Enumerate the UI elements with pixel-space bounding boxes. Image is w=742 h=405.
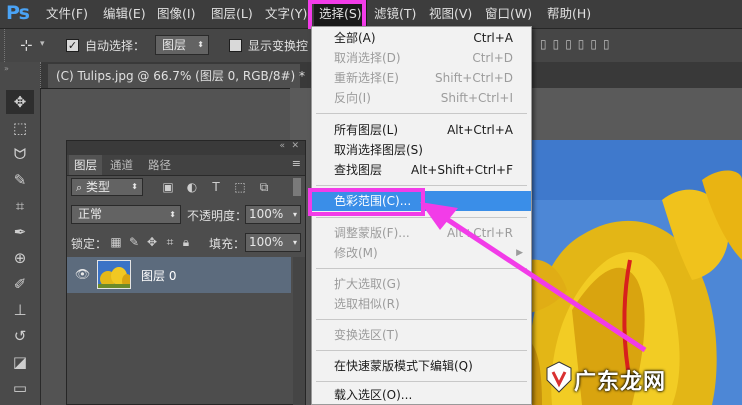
eye-visibility-icon[interactable]: 👁︎ (75, 267, 90, 281)
menu-item-reselect[interactable]: 重新选择(E) Shift+Ctrl+D (312, 68, 531, 88)
eraser-tool-icon[interactable]: ◪ (6, 350, 34, 374)
brush-tool-icon[interactable]: ✐ (6, 272, 34, 296)
chevron-down-icon: ▾ (292, 238, 297, 247)
layer-row[interactable]: 👁︎ 图层 0 (67, 257, 291, 293)
tools-panel: » ✥ ⬚ ᗢ ✎ ⌗ ✒ ⊕ ✐ ⊥ ↺ ◪ ▭ (0, 62, 41, 405)
panel-tabs: 图层 通道 路径 ≡ (67, 155, 305, 176)
document-tab[interactable]: (C) Tulips.jpg @ 66.7% (图层 0, RGB/8#) * (48, 64, 305, 88)
updown-arrow-icon: ⬍ (131, 182, 138, 191)
menu-separator (316, 113, 527, 114)
collapse-panel-icon[interactable]: « (279, 141, 285, 151)
photoshop-logo: Ps (6, 2, 30, 24)
history-brush-tool-icon[interactable]: ↺ (6, 324, 34, 348)
menu-item-deselect-layers[interactable]: 取消选择图层(S) (312, 140, 531, 160)
annotation-arrow (420, 202, 647, 353)
move-tool-icon: ⊹ (20, 36, 33, 54)
lock-label: 锁定： (71, 237, 108, 251)
adjustment-filter-icon[interactable]: ◐ (185, 180, 199, 194)
auto-select-label: 自动选择： (85, 39, 146, 53)
show-transform-label: 显示变换控件 (248, 39, 308, 53)
menu-separator (316, 381, 527, 382)
auto-select-value: 图层 (162, 38, 187, 52)
opacity-label: 不透明度： (187, 209, 248, 223)
layer-name[interactable]: 图层 0 (141, 267, 176, 284)
layer-filter-value: 类型 (86, 180, 111, 194)
tab-paths[interactable]: 路径 (143, 155, 176, 175)
menu-item-deselect[interactable]: 取消选择(D) Ctrl+D (312, 48, 531, 68)
marquee-tool-icon[interactable]: ⬚ (6, 116, 34, 140)
eyedropper-tool-icon[interactable]: ✒ (6, 220, 34, 244)
grip-handle (40, 62, 47, 88)
menu-item-all-layers[interactable]: 所有图层(L) Alt+Ctrl+A (312, 120, 531, 140)
updown-arrow-icon: ⬍ (169, 210, 176, 219)
menu-bar: Ps 文件(F) 编辑(E) 图像(I) 图层(L) 文字(Y) 选择(S) 滤… (0, 0, 742, 29)
align-distribute-icons[interactable]: ▯▯▯▯▯▯ (540, 37, 616, 51)
blend-mode-dropdown[interactable]: 正常 ⬍ (71, 205, 181, 224)
menu-filter[interactable]: 滤镜(T) (374, 0, 416, 28)
smart-object-filter-icon[interactable]: ⧉ (257, 180, 271, 194)
clone-stamp-tool-icon[interactable]: ⊥ (6, 298, 34, 322)
lock-pixels-icon[interactable]: ✎ (127, 235, 141, 249)
grip-handle (4, 29, 9, 62)
fill-value: 100% (249, 235, 284, 249)
collapse-arrows-icon[interactable]: » (4, 64, 9, 73)
pixel-filter-icon[interactable]: ▣ (161, 180, 175, 194)
auto-select-dropdown[interactable]: 图层 ⬍ (155, 35, 209, 55)
lock-position-icon[interactable]: ✥ (145, 235, 159, 249)
panel-title-strip: « ✕ (67, 141, 305, 155)
updown-arrow-icon: ⬍ (197, 40, 204, 49)
close-panel-icon[interactable]: ✕ (291, 141, 299, 151)
fill-input[interactable]: 100% ▾ (245, 233, 301, 252)
menu-type[interactable]: 文字(Y) (265, 0, 307, 28)
layers-scrollbar[interactable] (293, 257, 305, 405)
layers-panel: « ✕ 图层 通道 路径 ≡ ⌕ 类型 ⬍ ▣ ◐ T ⬚ ⧉ 正常 ⬍ 不透明… (66, 140, 306, 405)
document-tab-title: (C) Tulips.jpg @ 66.7% (图层 0, RGB/8#) * (56, 69, 306, 83)
menu-layer[interactable]: 图层(L) (211, 0, 253, 28)
menu-item-inverse[interactable]: 反向(I) Shift+Ctrl+I (312, 88, 531, 108)
fill-label: 填充： (209, 237, 246, 251)
menu-file[interactable]: 文件(F) (46, 0, 88, 28)
menu-item-select-all[interactable]: 全部(A) Ctrl+A (312, 28, 531, 48)
filter-toggle[interactable] (293, 178, 301, 196)
menu-help[interactable]: 帮助(H) (547, 0, 591, 28)
type-filter-icon[interactable]: T (209, 180, 223, 194)
move-tool-icon[interactable]: ✥ (6, 90, 34, 114)
menu-image[interactable]: 图像(I) (157, 0, 195, 28)
auto-select-checkbox[interactable]: ✓ (66, 39, 79, 52)
lock-all-icon[interactable]: 🔒︎ (179, 235, 193, 249)
menu-separator (316, 185, 527, 186)
tab-channels[interactable]: 通道 (105, 155, 138, 175)
crop-tool-icon[interactable]: ⌗ (6, 194, 34, 218)
lasso-tool-icon[interactable]: ᗢ (6, 142, 34, 166)
watermark-logo-icon (544, 360, 574, 394)
layer-thumbnail (97, 260, 131, 289)
shape-filter-icon[interactable]: ⬚ (233, 180, 247, 194)
lock-transparent-icon[interactable]: ▦ (109, 235, 123, 249)
healing-brush-tool-icon[interactable]: ⊕ (6, 246, 34, 270)
tab-layers[interactable]: 图层 (69, 155, 102, 175)
blend-mode-value: 正常 (78, 207, 103, 221)
menu-item-find-layers[interactable]: 查找图层 Alt+Shift+Ctrl+F (312, 160, 531, 180)
quick-select-tool-icon[interactable]: ✎ (6, 168, 34, 192)
menu-item-load-selection[interactable]: 载入选区(O)... (312, 385, 531, 405)
gradient-tool-icon[interactable]: ▭ (6, 376, 34, 400)
show-transform-checkbox[interactable] (229, 39, 242, 52)
menu-edit[interactable]: 编辑(E) (103, 0, 146, 28)
menu-window[interactable]: 窗口(W) (485, 0, 532, 28)
opacity-input[interactable]: 100% ▾ (245, 205, 301, 224)
menu-view[interactable]: 视图(V) (429, 0, 472, 28)
tool-preset-dropdown-icon[interactable]: ▾ (40, 39, 45, 49)
panel-menu-icon[interactable]: ≡ (292, 157, 301, 170)
chevron-down-icon: ▾ (292, 210, 297, 219)
layer-filter-dropdown[interactable]: ⌕ 类型 ⬍ (71, 178, 143, 196)
watermark-text: 广东龙网 (574, 370, 667, 395)
search-icon: ⌕ (76, 181, 83, 194)
opacity-value: 100% (249, 207, 284, 221)
artboard-lock-icon[interactable]: ⌗ (163, 235, 177, 249)
